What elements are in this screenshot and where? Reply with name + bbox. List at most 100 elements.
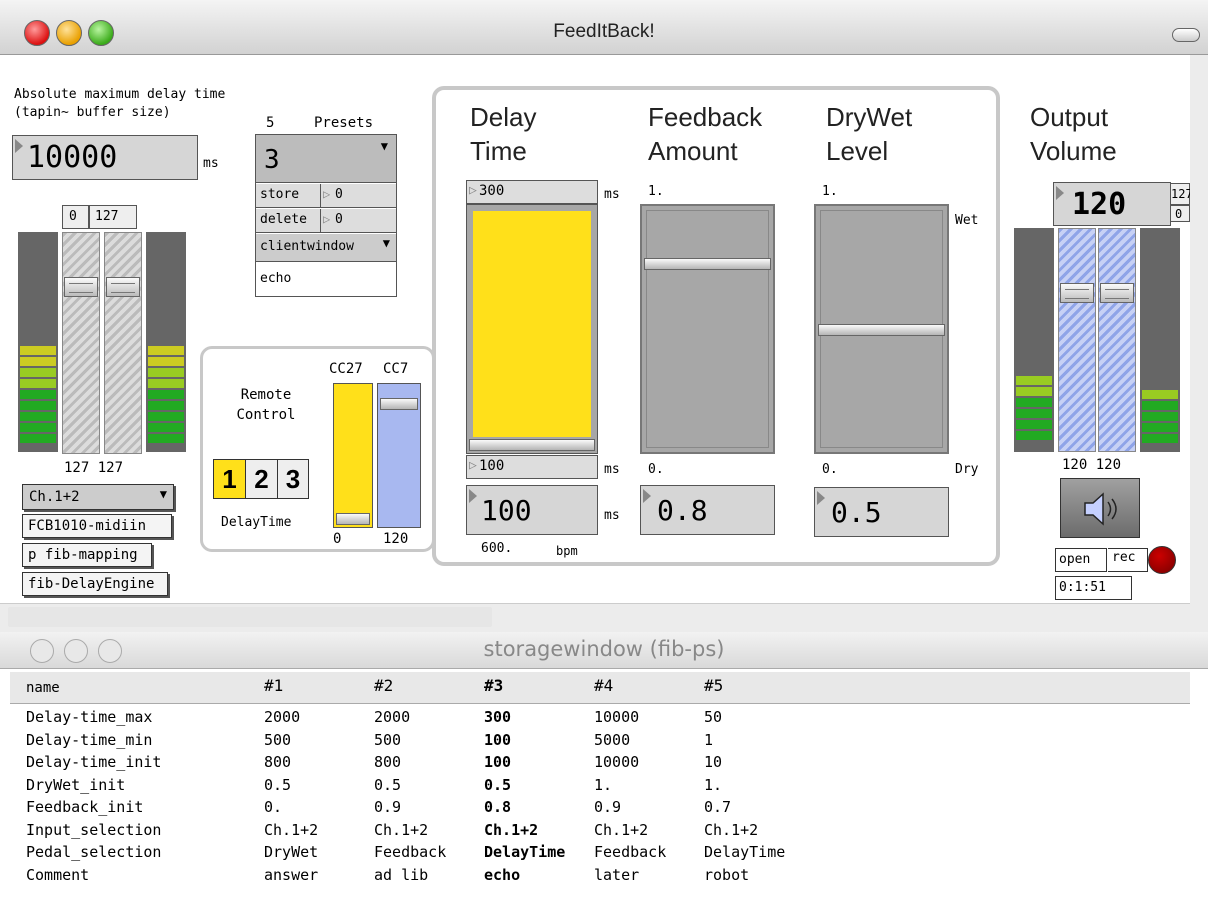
output-fader-left[interactable] (1058, 228, 1096, 452)
slider-thumb[interactable] (336, 513, 370, 525)
output-volume-number[interactable]: 120 (1053, 182, 1171, 226)
fader-thumb[interactable] (64, 277, 98, 297)
delay-time-fill (473, 211, 591, 437)
remote-mode-label: DelayTime (221, 515, 292, 530)
table-cell: 10000 (594, 753, 640, 771)
cc7-slider[interactable] (377, 383, 421, 528)
fader-thumb[interactable] (106, 277, 140, 297)
row-name: Pedal_selection (26, 843, 162, 861)
drywet-bottom-label: 0. (822, 462, 838, 477)
table-cell: 1. (704, 775, 723, 794)
open-button[interactable]: open (1055, 548, 1107, 572)
input-gain-fader-left[interactable] (62, 232, 100, 454)
table-cell: 0.5 (484, 775, 512, 794)
table-cell: Ch.1+2 (264, 820, 319, 839)
row-name: Comment (26, 865, 90, 884)
table-cell: 800 (264, 753, 292, 771)
delay-value-number[interactable]: 100 (466, 485, 598, 535)
cc27-slider[interactable] (333, 383, 373, 528)
table-cell: 0. (264, 798, 283, 816)
input-level-readout: 127 127 (64, 460, 124, 476)
table-cell: DelayTime (484, 843, 566, 861)
drywet-slider[interactable] (814, 204, 949, 454)
table-cell: DelayTime (704, 843, 786, 861)
table-cell: Feedback (374, 843, 447, 861)
speaker-icon (1084, 492, 1117, 526)
delay-max-unit: ms (604, 187, 620, 202)
slider-thumb[interactable] (818, 324, 945, 336)
table-cell: DryWet (264, 843, 319, 861)
delay-time-slider[interactable] (466, 204, 598, 454)
mode-button-3[interactable]: 3 (278, 460, 308, 498)
delay-max-number[interactable]: ▷ 300 (466, 180, 598, 204)
horizontal-scrollbar[interactable] (0, 603, 1190, 630)
table-cell: 5000 (594, 730, 631, 749)
drywet-value-number[interactable]: 0.5 (814, 487, 949, 537)
preset-comment[interactable]: echo (260, 271, 291, 286)
preset-current: 3 (264, 145, 280, 175)
slider-thumb[interactable] (380, 398, 418, 410)
table-cell: 1 (704, 730, 714, 749)
vertical-scrollbar[interactable] (1190, 55, 1208, 630)
preset-selector[interactable]: 3 ▼ (256, 135, 396, 183)
number-arrow-icon (15, 139, 23, 153)
drywet-dry-label: Dry (955, 462, 979, 477)
table-cell: ad lib (374, 865, 429, 884)
delay-min-number[interactable]: ▷ 100 (466, 455, 598, 479)
storage-title-bar: storagewindow (fib-ps) (0, 632, 1208, 669)
table-cell: robot (704, 865, 750, 884)
engine-object[interactable]: fib-DelayEngine (22, 572, 168, 596)
storage-window-title: storagewindow (fib-ps) (483, 637, 725, 661)
table-cell: Ch.1+2 (594, 820, 649, 839)
preset-delete-row[interactable]: delete ▷ 0 (256, 209, 396, 233)
table-cell: Ch.1+2 (374, 820, 429, 839)
input-select-menu[interactable]: Ch.1+2 ▼ (22, 484, 174, 510)
table-cell: 800 (374, 753, 402, 771)
table-cell: answer (264, 865, 319, 884)
input-gain-fader-right[interactable] (104, 232, 142, 454)
presets-panel: 3 ▼ store ▷ 0 delete ▷ 0 clientwindow ▼ ec… (255, 134, 397, 297)
clientwindow-menu[interactable]: clientwindow ▼ (256, 234, 396, 262)
feedback-title: Feedback Amount (648, 102, 763, 166)
abs-max-unit: ms (203, 156, 219, 171)
table-cell: 0.7 (704, 798, 732, 816)
fader-thumb[interactable] (1060, 283, 1094, 303)
preset-store-row[interactable]: store ▷ 0 (256, 184, 396, 208)
delay-bpm-value: 600. (481, 541, 513, 556)
mode-button-2[interactable]: 2 (246, 460, 278, 498)
table-cell: 0.9 (374, 798, 402, 816)
midiin-object[interactable]: FCB1010-midiin (22, 514, 172, 538)
row-name: Delay-time_min (26, 730, 153, 749)
slider-thumb[interactable] (644, 258, 771, 270)
feedback-value-number[interactable]: 0.8 (640, 485, 775, 535)
feedback-slider[interactable] (640, 204, 775, 454)
preset-count: 5 (266, 115, 275, 131)
abs-max-label: Absolute maximum delay time (tapin~ buff… (14, 87, 226, 120)
mode-button-1[interactable]: 1 (214, 460, 246, 498)
table-cell: 100 (484, 753, 512, 771)
toolbar-toggle-icon[interactable] (1172, 28, 1200, 42)
fader-thumb[interactable] (1100, 283, 1134, 303)
table-cell: 0.8 (484, 798, 512, 816)
output-fader-right[interactable] (1098, 228, 1136, 452)
table-cell: 500 (374, 730, 402, 749)
slider-thumb[interactable] (469, 439, 595, 451)
abs-max-value: 10000 (27, 140, 118, 175)
abs-max-number[interactable]: 10000 (12, 135, 198, 180)
column-header: #4 (594, 676, 614, 695)
mapping-object[interactable]: p fib-mapping (22, 543, 152, 567)
drywet-top-label: 1. (822, 184, 838, 199)
table-cell: 1. (594, 775, 613, 794)
record-button[interactable] (1148, 546, 1176, 574)
cc7-label: CC7 (383, 361, 409, 377)
output-min-number[interactable]: 0 (1170, 205, 1190, 222)
chevron-down-icon: ▼ (159, 487, 167, 501)
audio-on-button[interactable] (1060, 478, 1140, 538)
input-range-high[interactable]: 127 (89, 205, 137, 229)
table-cell: 0.9 (594, 798, 622, 816)
delay-bpm-unit: bpm (556, 544, 578, 558)
input-range-low[interactable]: 0 (62, 205, 89, 229)
output-max-number[interactable]: 127 (1170, 183, 1193, 205)
main-window: FeedItBack! Absolute maximum delay time … (0, 0, 1208, 630)
table-cell: 50 (704, 708, 723, 726)
